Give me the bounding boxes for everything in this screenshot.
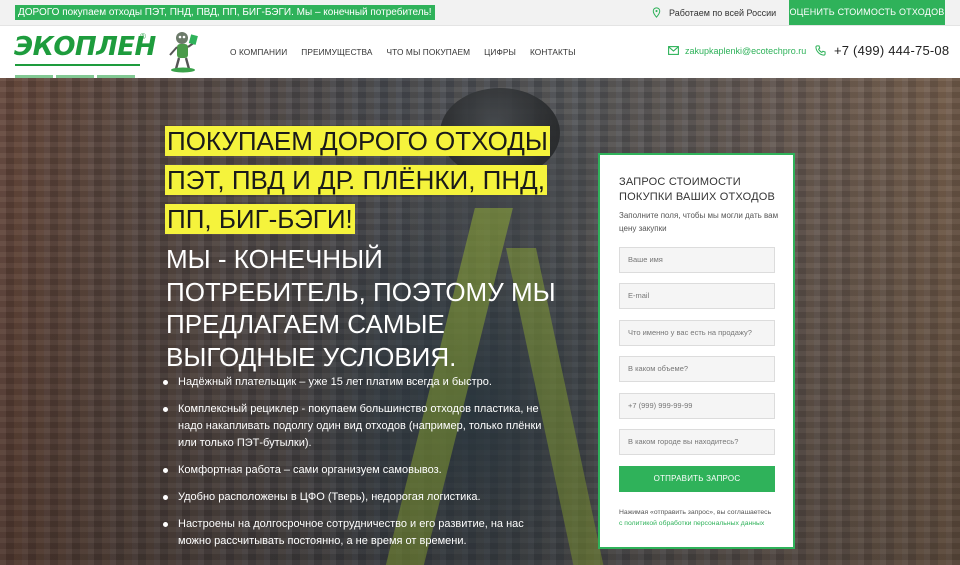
form-title: ЗАПРОС СТОИМОСТИ ПОКУПКИ ВАШИХ ОТХОДОВ	[619, 176, 776, 203]
email-field[interactable]: E-mail	[619, 283, 775, 309]
consent-text: Нажимая «отправить запрос», вы соглашает…	[619, 509, 772, 516]
headline-highlight-line: ПП, БИГ-БЭГИ!	[165, 204, 355, 234]
nav-item-contacts[interactable]: КОНТАКТЫ	[530, 47, 576, 57]
email-link[interactable]: zakupkaplenki@ecotechpro.ru	[668, 46, 806, 56]
main-nav: О КОМПАНИИ ПРЕИМУЩЕСТВА ЧТО МЫ ПОКУПАЕМ …	[230, 47, 576, 57]
list-item: Комплексный рециклер - покупаем большинс…	[163, 401, 543, 452]
advantages-list: Надёжный плательщик – уже 15 лет платим …	[163, 374, 543, 560]
nav-item-what-we-buy[interactable]: ЧТО МЫ ПОКУПАЕМ	[387, 47, 471, 57]
headline-white-line: ВЫГОДНЫЕ УСЛОВИЯ.	[166, 341, 457, 372]
region-info: Работаем по всей России	[652, 7, 776, 18]
headline-highlight-line: ПЭТ, ПВД И ДР. ПЛЁНКИ, ПНД,	[165, 165, 547, 195]
list-item: Настроены на долгосрочное сотрудничество…	[163, 516, 543, 550]
logo-wordmark: ЭКОПЛЕН	[14, 32, 156, 62]
location-pin-icon	[652, 7, 661, 18]
hero-headline: ПОКУПАЕМ ДОРОГО ОТХОДЫ ПЭТ, ПВД И ДР. ПЛ…	[165, 124, 565, 373]
region-label: Работаем по всей России	[669, 8, 777, 18]
envelope-icon	[668, 46, 679, 55]
list-item: Удобно расположены в ЦФО (Тверь), недоро…	[163, 489, 543, 506]
promo-banner: ДОРОГО покупаем отходы ПЭТ, ПНД, ПВД, ПП…	[15, 5, 435, 20]
phone-number: +7 (499) 444-75-08	[834, 43, 950, 58]
product-field[interactable]: Что именно у вас есть на продажу?	[619, 320, 775, 346]
volume-field[interactable]: В каком объеме?	[619, 356, 775, 382]
registered-mark: ®	[140, 32, 146, 41]
headline-white-line: МЫ - КОНЕЧНЫЙ	[166, 244, 383, 274]
quote-request-form: ЗАПРОС СТОИМОСТИ ПОКУПКИ ВАШИХ ОТХОДОВ З…	[598, 153, 795, 549]
nav-item-numbers[interactable]: ЦИФРЫ	[484, 47, 516, 57]
mascot-figure-icon	[169, 32, 198, 73]
phone-link[interactable]: +7 (499) 444-75-08	[815, 43, 949, 58]
site-header: ЭКОПЛЕН ® О КОМПАНИИ ПРЕИМУЩЕСТВА ЧТО МЫ…	[0, 26, 960, 79]
nav-item-advantages[interactable]: ПРЕИМУЩЕСТВА	[301, 47, 372, 57]
headline-white-line: ПОТРЕБИТЕЛЬ, ПОЭТОМУ МЫ	[166, 276, 556, 307]
list-item: Надёжный плательщик – уже 15 лет платим …	[163, 374, 543, 391]
nav-item-about[interactable]: О КОМПАНИИ	[230, 47, 287, 57]
hero-section: ПОКУПАЕМ ДОРОГО ОТХОДЫ ПЭТ, ПВД И ДР. ПЛ…	[0, 78, 960, 565]
phone-field[interactable]: +7 (999) 999-99-99	[619, 393, 775, 419]
logo-tagline	[15, 64, 140, 79]
list-item: Комфортная работа – сами организуем само…	[163, 462, 543, 479]
headline-white: МЫ - КОНЕЧНЫЙ ПОТРЕБИТЕЛЬ, ПОЭТОМУ МЫ ПР…	[165, 243, 565, 373]
consent-note: Нажимая «отправить запрос», вы соглашает…	[619, 507, 779, 529]
estimate-cost-button[interactable]: ОЦЕНИТЬ СТОИМОСТЬ ОТХОДОВ	[789, 0, 945, 25]
top-bar: ДОРОГО покупаем отходы ПЭТ, ПНД, ПВД, ПП…	[0, 0, 960, 26]
headline-white-line: ПРЕДЛАГАЕМ САМЫЕ	[166, 309, 445, 339]
form-subtitle: Заполните поля, чтобы мы могли дать вам …	[619, 211, 779, 233]
name-field[interactable]: Ваше имя	[619, 247, 775, 273]
headline-highlight-line: ПОКУПАЕМ ДОРОГО ОТХОДЫ	[165, 126, 550, 156]
logo[interactable]: ЭКОПЛЕН ®	[13, 31, 156, 79]
phone-icon	[815, 45, 826, 56]
email-text: zakupkaplenki@ecotechpro.ru	[685, 46, 807, 56]
city-field[interactable]: В каком городе вы находитесь?	[619, 429, 775, 455]
privacy-policy-link[interactable]: с политикой обработки персональных данны…	[619, 520, 764, 527]
submit-request-button[interactable]: ОТПРАВИТЬ ЗАПРОС	[619, 466, 775, 492]
